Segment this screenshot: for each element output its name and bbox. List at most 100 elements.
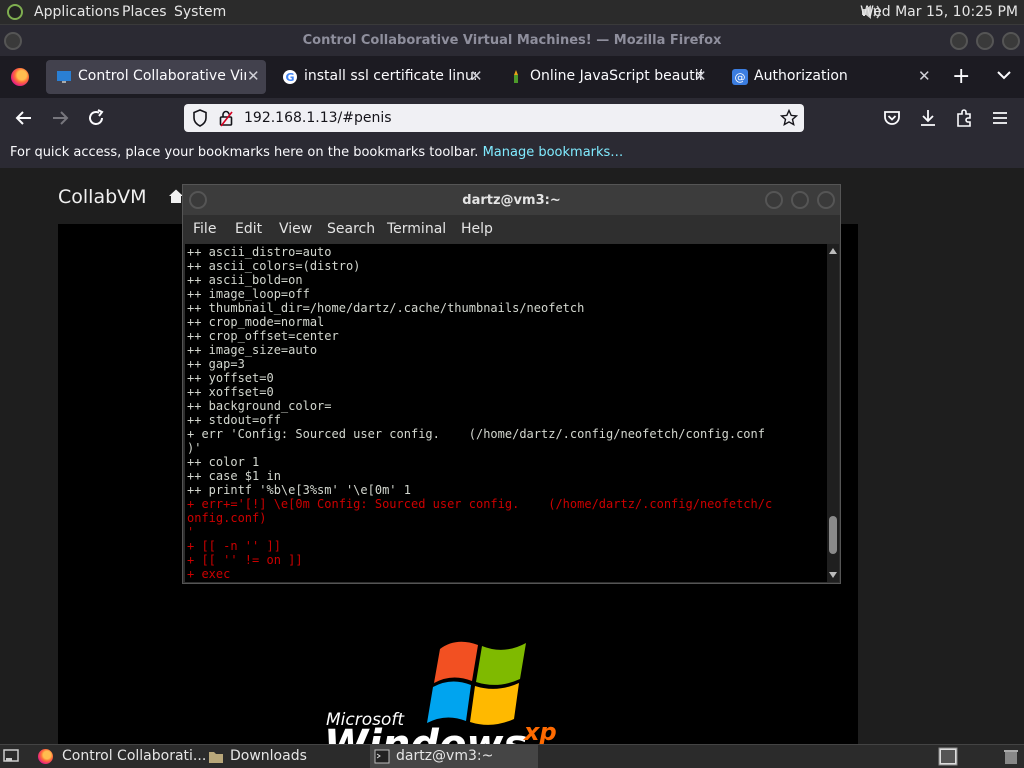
terminal-line: ++ printf '%b\e[3%sm' '\e[0m' 1	[187, 483, 411, 497]
terminal-scrollbar[interactable]	[827, 244, 839, 582]
svg-text:G: G	[285, 71, 294, 84]
beautifier-icon	[514, 70, 518, 83]
window-title: Control Collaborative Virtual Machines! …	[302, 33, 722, 48]
tab-collabvm[interactable]: Control Collaborative Virtual ✕	[46, 60, 266, 94]
terminal-title: dartz@vm3:~	[462, 193, 561, 208]
scroll-down-arrow-icon[interactable]	[829, 572, 837, 578]
close-tab-icon[interactable]: ✕	[694, 67, 707, 85]
taskbar-label: Control Collaborati...	[62, 748, 207, 764]
tab-google[interactable]: G install ssl certificate linux - G ✕	[272, 60, 492, 94]
firefox-logo-icon	[11, 68, 29, 86]
tab-strip: Control Collaborative Virtual ✕ G instal…	[0, 56, 1024, 98]
scroll-up-arrow-icon[interactable]	[829, 248, 837, 254]
taskbar-terminal[interactable]: dartz@vm3:~	[370, 745, 538, 768]
menu-file[interactable]: File	[193, 221, 216, 237]
terminal-line: ++ color 1	[187, 455, 260, 469]
terminal-line: + [[ -n '' ]]	[187, 539, 281, 553]
forward-arrow-icon[interactable]	[50, 108, 70, 128]
close-tab-icon[interactable]: ✕	[918, 67, 931, 85]
taskbar-label: dartz@vm3:~	[396, 748, 494, 764]
trash-icon[interactable]	[1002, 748, 1020, 765]
download-icon[interactable]	[918, 108, 938, 128]
terminal-line: ++ stdout=off	[187, 413, 281, 427]
bookmarks-toolbar: For quick access, place your bookmarks h…	[0, 138, 1024, 169]
monitor-icon	[57, 71, 71, 83]
tab-label: Online JavaScript beautifier	[530, 68, 702, 84]
bookmarks-message: For quick access, place your bookmarks h…	[10, 145, 479, 160]
clock[interactable]: Wed Mar 15, 10:25 PM	[860, 4, 1018, 20]
minimize-button[interactable]	[950, 32, 968, 50]
terminal-maximize-button[interactable]	[791, 191, 809, 209]
terminal-line: ++ gap=3	[187, 357, 245, 371]
google-icon: G	[283, 70, 297, 84]
shield-icon[interactable]	[192, 109, 208, 127]
scrollbar-thumb[interactable]	[829, 516, 837, 554]
taskbar-downloads[interactable]: Downloads	[204, 745, 368, 768]
top-panel: Applications Places System Wed Mar 15, 1…	[0, 0, 1024, 24]
menu-help[interactable]: Help	[461, 221, 493, 237]
menu-places[interactable]: Places	[122, 4, 167, 20]
terminal-icon	[374, 749, 390, 764]
terminal-line: + [[ '' != on ]]	[187, 553, 303, 567]
terminal-line: ++ xoffset=0	[187, 385, 274, 399]
svg-text:@: @	[735, 71, 746, 84]
folder-icon	[209, 752, 223, 763]
terminal-window[interactable]: dartz@vm3:~ File Edit View Search Termin…	[182, 184, 841, 584]
taskbar-label: Downloads	[230, 748, 307, 764]
terminal-line: )'	[187, 441, 202, 455]
maximize-button[interactable]	[976, 32, 994, 50]
site-title[interactable]: CollabVM	[58, 186, 147, 208]
bookmarks-hint: For quick access, place your bookmarks h…	[10, 145, 623, 160]
manage-bookmarks-link[interactable]: Manage bookmarks…	[483, 145, 624, 160]
terminal-minimize-button[interactable]	[765, 191, 783, 209]
terminal-titlebar[interactable]: dartz@vm3:~	[183, 185, 840, 215]
chevron-down-icon[interactable]	[995, 66, 1013, 84]
gnome-foot-icon[interactable]	[7, 4, 23, 20]
close-tab-icon[interactable]: ✕	[470, 67, 483, 85]
terminal-output[interactable]: ++ ascii_distro=auto ++ ascii_colors=(dis…	[185, 244, 827, 582]
terminal-line: onfig.conf)	[187, 511, 267, 525]
close-window-button[interactable]	[1002, 32, 1020, 50]
terminal-line: ++ case $1 in	[187, 469, 281, 483]
reload-icon[interactable]	[86, 108, 106, 128]
at-icon: @	[732, 69, 748, 85]
menu-terminal[interactable]: Terminal	[387, 221, 446, 237]
close-tab-icon[interactable]: ✕	[247, 67, 260, 85]
terminal-line: ++ crop_offset=center	[187, 329, 339, 343]
taskbar-firefox[interactable]: Control Collaborati...	[34, 745, 206, 768]
url-bar[interactable]: 192.168.1.13/#penis	[184, 104, 804, 132]
show-desktop-icon[interactable]	[3, 749, 19, 764]
tab-authorization[interactable]: @ Authorization ✕	[722, 60, 942, 94]
terminal-line: ++ crop_mode=normal	[187, 315, 325, 329]
terminal-line: ++ ascii_colors=(distro)	[187, 259, 361, 273]
menu-edit[interactable]: Edit	[235, 221, 262, 237]
tab-beautifier[interactable]: Online JavaScript beautifier ✕	[498, 60, 718, 94]
terminal-line: '	[187, 525, 195, 539]
tab-label: Authorization	[754, 68, 848, 84]
xp-suffix-text: xp	[524, 718, 557, 744]
terminal-line: + exec	[187, 567, 231, 581]
terminal-line: ++ yoffset=0	[187, 371, 274, 385]
menu-search[interactable]: Search	[327, 221, 375, 237]
firefox-titlebar: Control Collaborative Virtual Machines! …	[0, 24, 1024, 57]
terminal-line: ++ image_loop=off	[187, 287, 310, 301]
firefox-icon	[38, 749, 53, 764]
back-arrow-icon[interactable]	[14, 108, 34, 128]
xp-windows-text: Windows	[324, 722, 527, 744]
tab-label: Control Collaborative Virtual	[78, 68, 246, 84]
hamburger-menu-icon[interactable]	[990, 108, 1010, 128]
new-tab-icon[interactable]: +	[952, 64, 970, 89]
workspace-switcher-icon[interactable]	[938, 747, 958, 766]
pocket-icon[interactable]	[882, 108, 902, 128]
terminal-line: + err 'Config: Sourced user config. (/ho…	[187, 427, 765, 441]
page-info-icon[interactable]	[218, 109, 234, 127]
menu-system[interactable]: System	[174, 4, 226, 20]
terminal-line: ++ image_size=auto	[187, 343, 318, 357]
menu-applications[interactable]: Applications	[34, 4, 120, 20]
bottom-panel: Control Collaborati... Downloads dartz@v…	[0, 744, 1024, 768]
extensions-icon[interactable]	[954, 108, 974, 128]
bookmark-star-icon[interactable]	[780, 109, 798, 127]
terminal-close-button[interactable]	[817, 191, 835, 209]
menu-view[interactable]: View	[279, 221, 312, 237]
terminal-line: ++ background_color=	[187, 399, 332, 413]
